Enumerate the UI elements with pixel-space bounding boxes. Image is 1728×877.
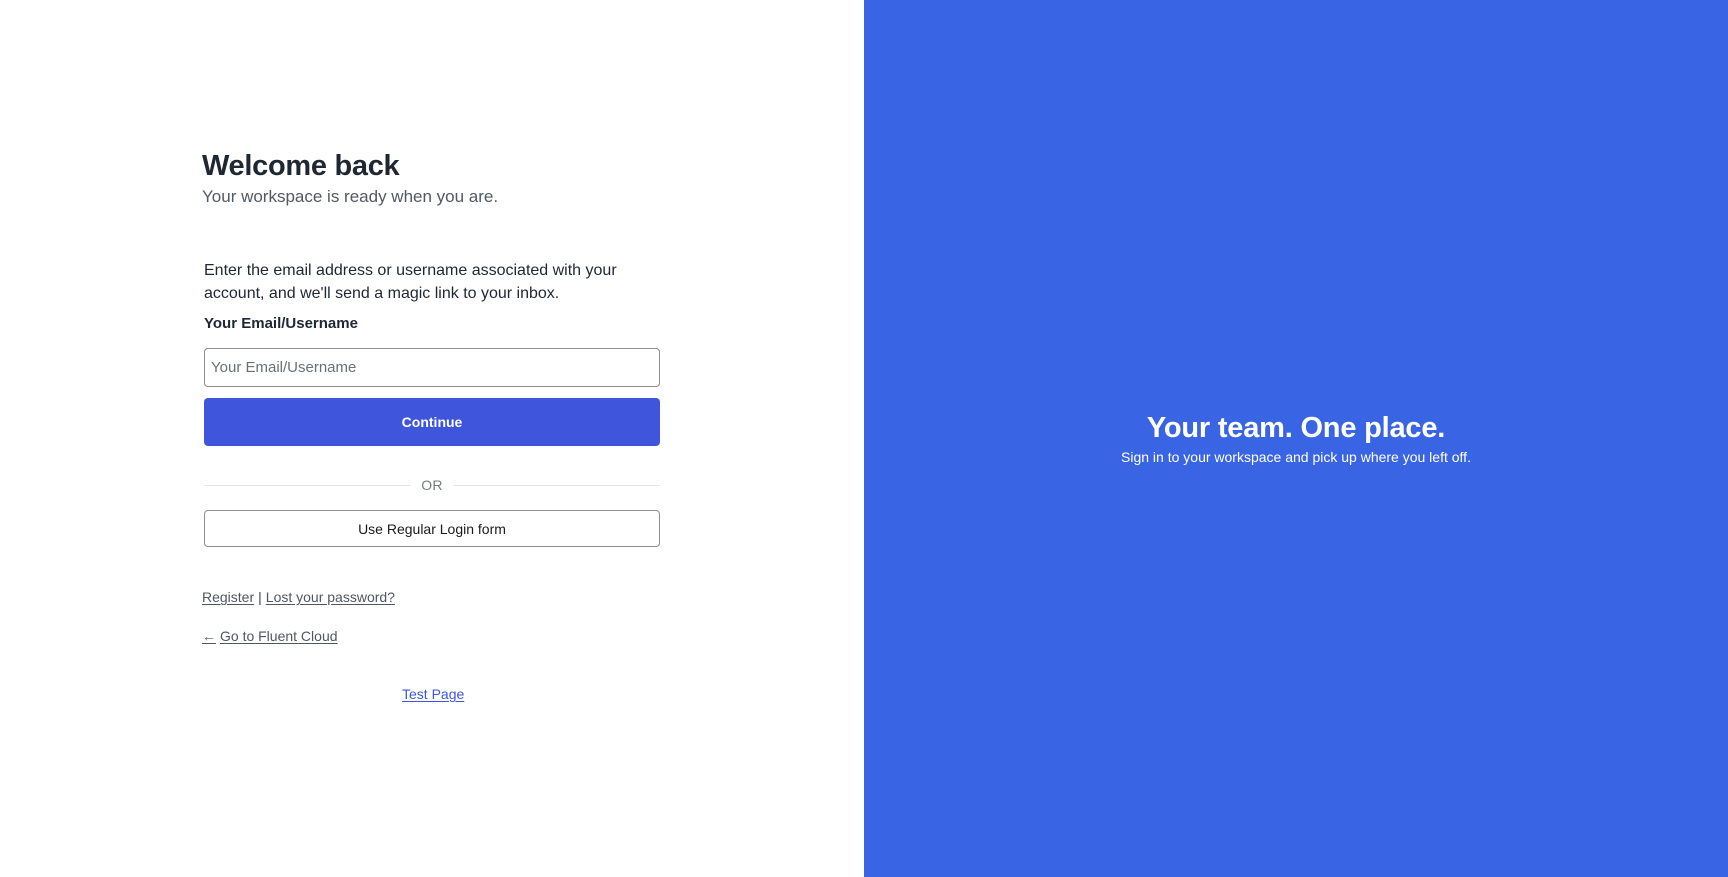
divider-line-left: [204, 484, 412, 486]
test-page-link[interactable]: Test Page: [402, 685, 464, 703]
promo-subtitle: Sign in to your workspace and pick up wh…: [1121, 449, 1471, 465]
login-page: Welcome back Your workspace is ready whe…: [0, 0, 1728, 877]
arrow-left-icon: ←: [202, 628, 216, 644]
back-link-label: Go to Fluent Cloud: [220, 628, 338, 644]
promo-title: Your team. One place.: [1146, 412, 1446, 444]
go-to-fluent-cloud-link[interactable]: ← Go to Fluent Cloud: [202, 627, 338, 645]
promo-content: Your team. One place. Sign in to your wo…: [864, 410, 1728, 466]
divider-line-right: [452, 484, 661, 486]
login-panel: Welcome back Your workspace is ready whe…: [0, 0, 864, 877]
use-regular-login-button[interactable]: Use Regular Login form: [204, 510, 660, 547]
lost-password-link[interactable]: Lost your password?: [266, 589, 395, 605]
continue-button[interactable]: Continue: [204, 398, 660, 446]
register-link[interactable]: Register: [202, 589, 254, 605]
link-separator: |: [258, 589, 262, 605]
or-label: OR: [421, 477, 443, 493]
page-subtitle: Your workspace is ready when you are.: [202, 187, 499, 206]
account-links: Register | Lost your password?: [202, 588, 395, 606]
or-divider: OR: [204, 476, 661, 494]
magic-link-instructions: Enter the email address or username asso…: [204, 262, 617, 302]
page-title: Welcome back: [202, 150, 400, 182]
email-field-label: Your Email/Username: [204, 315, 358, 332]
promo-panel: Your team. One place. Sign in to your wo…: [864, 0, 1728, 877]
email-username-input[interactable]: [204, 348, 660, 387]
